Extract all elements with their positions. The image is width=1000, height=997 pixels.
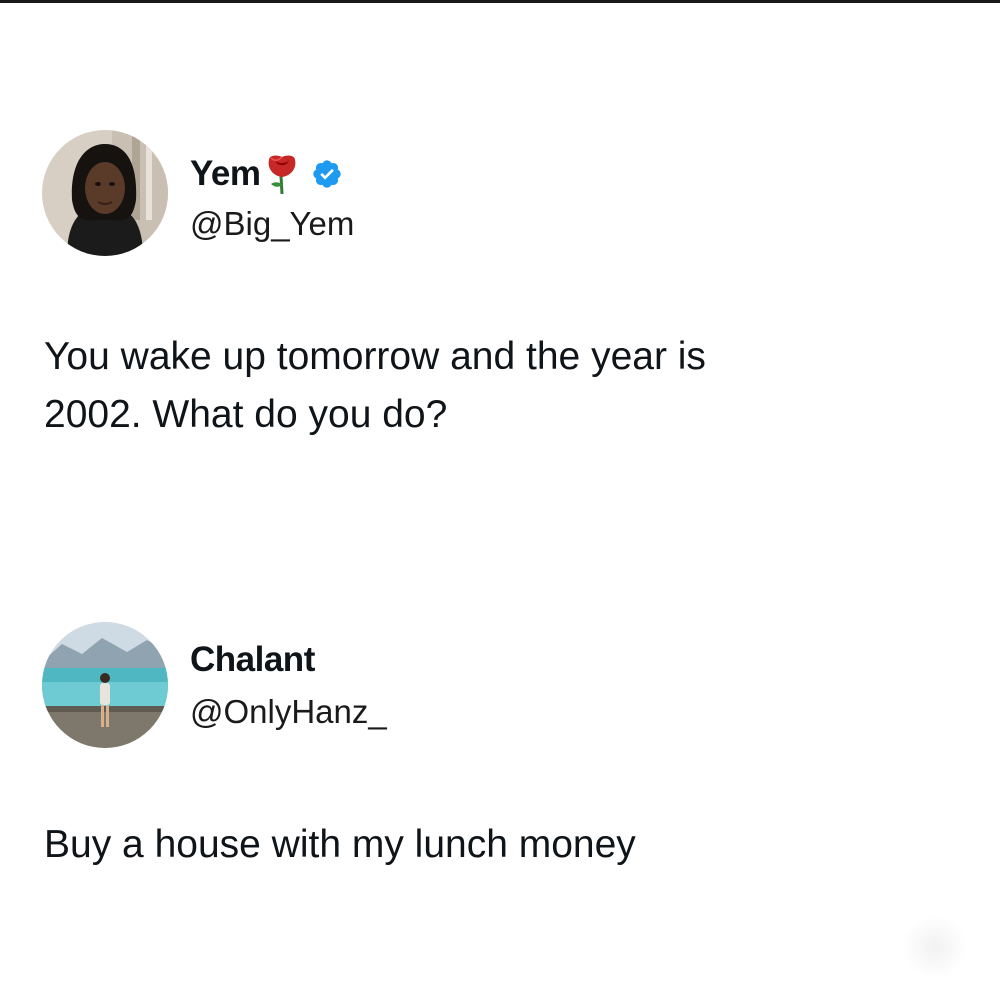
post-text: You wake up tomorrow and the year is 200…	[44, 328, 944, 444]
author-display-name[interactable]: Yem	[190, 152, 261, 196]
author-name-row[interactable]: Yem	[190, 152, 343, 196]
corner-smudge	[900, 917, 970, 977]
author-handle[interactable]: @OnlyHanz_	[190, 690, 387, 734]
avatar-photo	[42, 130, 168, 256]
reply-text-line: Buy a house with my lunch money	[44, 823, 636, 866]
verified-badge-icon	[311, 158, 343, 190]
rose-icon	[265, 154, 299, 195]
post-text-line: You wake up tomorrow and the year is	[44, 335, 706, 378]
avatar-photo	[42, 622, 168, 748]
avatar[interactable]	[42, 622, 168, 748]
author-handle[interactable]: @Big_Yem	[190, 202, 354, 246]
top-border	[0, 0, 1000, 3]
avatar[interactable]	[42, 130, 168, 256]
author-display-name[interactable]: Chalant	[190, 638, 315, 682]
author-name-row[interactable]: Chalant	[190, 638, 315, 682]
reply-text: Buy a house with my lunch money	[44, 816, 944, 874]
post-text-line: 2002. What do you do?	[44, 393, 448, 436]
